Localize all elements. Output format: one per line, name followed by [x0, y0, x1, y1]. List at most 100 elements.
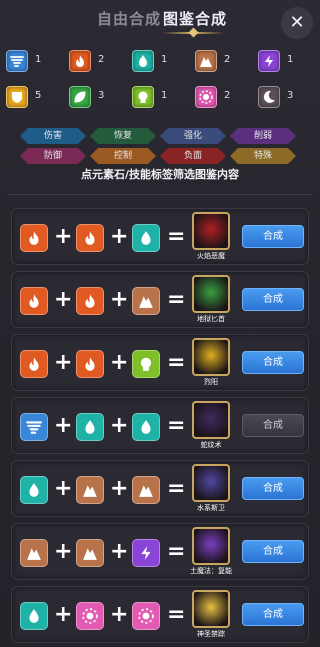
result-skill-icon[interactable] — [192, 401, 230, 439]
equals-symbol: = — [167, 602, 186, 627]
close-button[interactable]: ✕ — [281, 7, 313, 39]
shield-icon — [6, 86, 28, 108]
plus-symbol: + — [110, 350, 129, 375]
craft-button[interactable]: 合成 — [242, 540, 304, 563]
recipe-row: + + = 水系斯卫 合成 — [11, 460, 309, 517]
divider — [8, 194, 312, 200]
header: 自由合成 图鉴合成 ✕ — [0, 0, 320, 40]
equals-symbol: = — [167, 224, 186, 249]
plus-symbol: + — [110, 602, 129, 627]
element-filter-shield[interactable]: 5 — [6, 86, 56, 108]
tornado-icon — [6, 50, 28, 72]
element-filter-sun-flower[interactable]: 2 — [195, 86, 245, 108]
result-skill-icon[interactable] — [192, 212, 230, 250]
sun-flower-icon — [195, 86, 217, 108]
element-count: 2 — [224, 90, 231, 101]
plus-symbol: + — [54, 413, 73, 438]
element-count: 1 — [35, 54, 42, 65]
mountain-icon — [195, 50, 217, 72]
element-filter-tornado[interactable]: 1 — [6, 50, 56, 72]
result-skill-name: 地狱匕首 — [197, 315, 225, 323]
element-count: 1 — [287, 54, 294, 65]
plus-symbol: + — [110, 287, 129, 312]
element-count: 3 — [98, 90, 105, 101]
element-filter-leaf[interactable]: 3 — [69, 86, 119, 108]
element-filter-fire[interactable]: 2 — [69, 50, 119, 72]
recipe-row: + + = 蛇纹术 合成 — [11, 397, 309, 454]
equals-symbol: = — [167, 350, 186, 375]
tag-filter-1[interactable]: 恢复 — [90, 128, 156, 144]
plus-symbol: + — [54, 602, 73, 627]
fire-icon — [20, 287, 48, 315]
fire-icon — [69, 50, 91, 72]
element-filter-crescent-moon[interactable]: 3 — [258, 86, 308, 108]
mountain-icon — [132, 476, 160, 504]
element-filter-lightning[interactable]: 1 — [258, 50, 308, 72]
result-skill-icon[interactable] — [192, 338, 230, 376]
element-count: 1 — [161, 54, 168, 65]
craft-button[interactable]: 合成 — [242, 477, 304, 500]
plus-symbol: + — [110, 413, 129, 438]
water-drop-icon — [20, 602, 48, 630]
water-drop-icon — [132, 413, 160, 441]
craft-button[interactable]: 合成 — [242, 603, 304, 626]
result-skill-icon[interactable] — [192, 464, 230, 502]
filter-hint: 点元素石/技能标签筛选图鉴内容 — [80, 168, 240, 181]
craft-button[interactable]: 合成 — [242, 225, 304, 248]
element-filter-water-drop[interactable]: 1 — [132, 50, 182, 72]
result-skill-name: 神圣禁踪 — [197, 630, 225, 638]
plus-symbol: + — [54, 539, 73, 564]
recipe-row: + + = 烈阳 合成 — [11, 334, 309, 391]
water-drop-icon — [76, 413, 104, 441]
tag-filter-5[interactable]: 控制 — [90, 148, 156, 164]
fire-icon — [20, 350, 48, 378]
crescent-moon-icon — [258, 86, 280, 108]
tag-filter-2[interactable]: 强化 — [160, 128, 226, 144]
craft-button[interactable]: 合成 — [242, 414, 304, 437]
fire-icon — [76, 224, 104, 252]
result-skill-name: 水系斯卫 — [197, 504, 225, 512]
tab-catalog-craft[interactable]: 图鉴合成 — [163, 8, 227, 29]
mountain-icon — [132, 287, 160, 315]
element-count: 3 — [287, 90, 294, 101]
element-count: 1 — [161, 90, 168, 101]
element-count: 2 — [224, 54, 231, 65]
plus-symbol: + — [110, 476, 129, 501]
element-filter-mountain[interactable]: 2 — [195, 50, 245, 72]
result-skill-icon[interactable] — [192, 590, 230, 628]
water-drop-icon — [132, 224, 160, 252]
tag-filter-6[interactable]: 负面 — [160, 148, 226, 164]
tag-filter-7[interactable]: 特殊 — [230, 148, 296, 164]
craft-button[interactable]: 合成 — [242, 288, 304, 311]
equals-symbol: = — [167, 476, 186, 501]
equals-symbol: = — [167, 287, 186, 312]
tag-filter-3[interactable]: 削弱 — [230, 128, 296, 144]
element-count: 5 — [35, 90, 42, 101]
sun-flower-icon — [132, 602, 160, 630]
element-filter-skull[interactable]: 1 — [132, 86, 182, 108]
tab-free-craft[interactable]: 自由合成 — [97, 8, 161, 29]
recipe-row: + + = 土魔法：复能 合成 — [11, 523, 309, 580]
plus-symbol: + — [54, 224, 73, 249]
recipe-row: + + = 火焰恶魔 合成 — [11, 208, 309, 265]
active-tab-diamond — [188, 27, 199, 38]
lightning-icon — [258, 50, 280, 72]
fire-icon — [76, 350, 104, 378]
mountain-icon — [76, 476, 104, 504]
tag-filter-0[interactable]: 伤害 — [20, 128, 86, 144]
result-skill-name: 烈阳 — [204, 378, 218, 386]
recipe-row: + + = 地狱匕首 合成 — [11, 271, 309, 328]
tag-filter-4[interactable]: 防御 — [20, 148, 86, 164]
recipe-row: + + = 神圣禁踪 合成 — [11, 586, 309, 643]
result-skill-name: 土魔法：复能 — [190, 567, 232, 575]
water-drop-icon — [20, 476, 48, 504]
result-skill-icon[interactable] — [192, 275, 230, 313]
plus-symbol: + — [54, 350, 73, 375]
lightning-icon — [132, 539, 160, 567]
equals-symbol: = — [167, 413, 186, 438]
result-skill-icon[interactable] — [192, 527, 230, 565]
craft-button[interactable]: 合成 — [242, 351, 304, 374]
equals-symbol: = — [167, 539, 186, 564]
sun-flower-icon — [76, 602, 104, 630]
mountain-icon — [20, 539, 48, 567]
